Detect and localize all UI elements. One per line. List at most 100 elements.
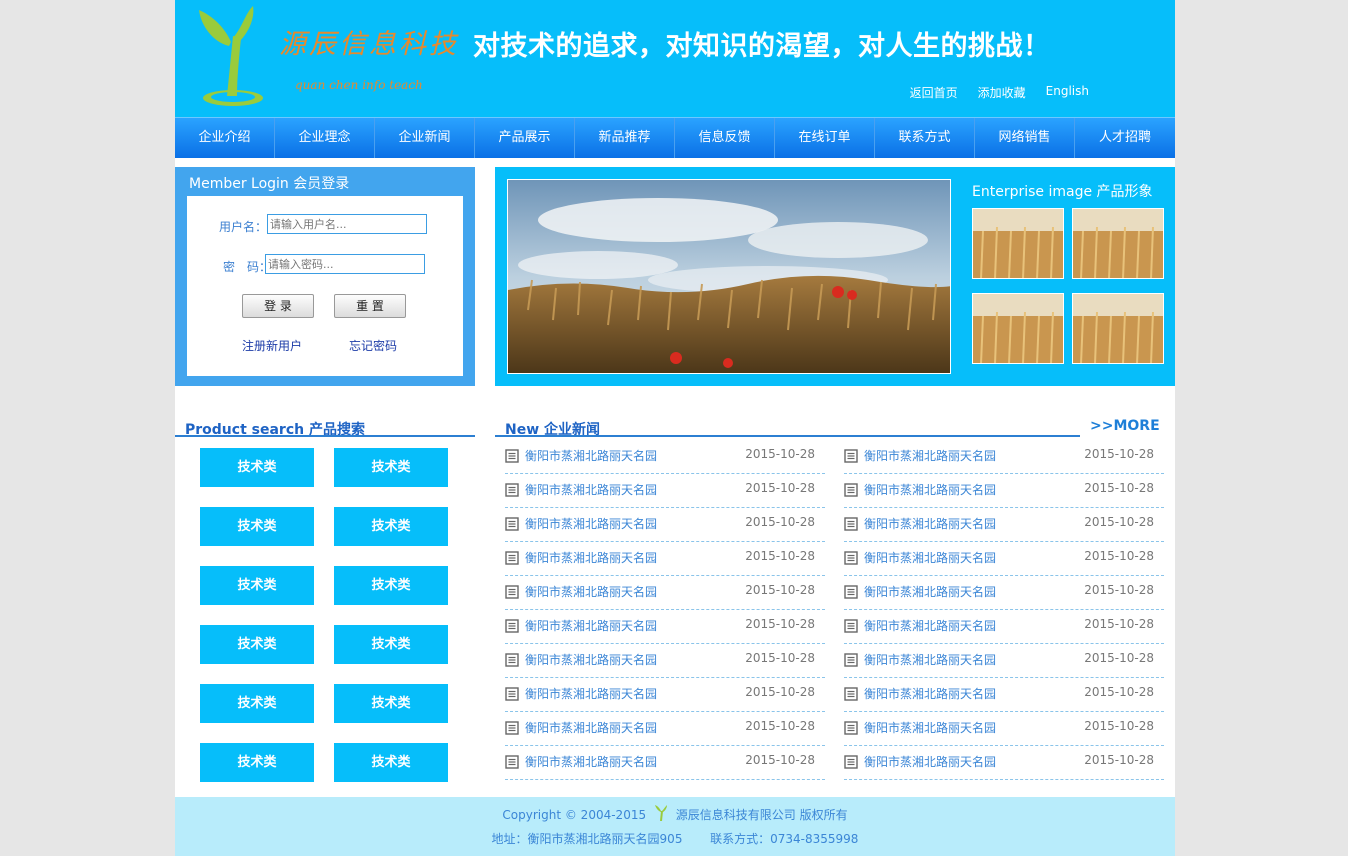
english-link[interactable]: English bbox=[1046, 84, 1089, 101]
news-item-title[interactable]: 衡阳市蒸湘北路丽天名园 bbox=[864, 515, 996, 532]
register-link[interactable]: 注册新用户 bbox=[242, 337, 302, 354]
news-item[interactable]: 衡阳市蒸湘北路丽天名园 2015-10-28 bbox=[505, 576, 825, 610]
document-icon bbox=[505, 483, 519, 497]
news-item-date: 2015-10-28 bbox=[745, 685, 815, 699]
news-item[interactable]: 衡阳市蒸湘北路丽天名园 2015-10-28 bbox=[844, 474, 1164, 508]
news-item[interactable]: 衡阳市蒸湘北路丽天名园 2015-10-28 bbox=[505, 542, 825, 576]
news-item-title[interactable]: 衡阳市蒸湘北路丽天名园 bbox=[525, 651, 657, 668]
news-item-title[interactable]: 衡阳市蒸湘北路丽天名园 bbox=[864, 481, 996, 498]
news-divider bbox=[495, 435, 1080, 437]
header: 源辰信息科技 quan chen info teach 对技术的追求，对知识的渴… bbox=[175, 0, 1175, 117]
document-icon bbox=[505, 585, 519, 599]
category-tag[interactable]: 技术类 bbox=[200, 743, 314, 782]
nav-item-company-intro[interactable]: 企业介绍 bbox=[175, 118, 275, 158]
news-item-title[interactable]: 衡阳市蒸湘北路丽天名园 bbox=[525, 685, 657, 702]
news-item-title[interactable]: 衡阳市蒸湘北路丽天名园 bbox=[864, 447, 996, 464]
nav-item-contact[interactable]: 联系方式 bbox=[875, 118, 975, 158]
news-item-title[interactable]: 衡阳市蒸湘北路丽天名园 bbox=[864, 617, 996, 634]
category-tag[interactable]: 技术类 bbox=[200, 566, 314, 605]
news-item[interactable]: 衡阳市蒸湘北路丽天名园 2015-10-28 bbox=[505, 474, 825, 508]
news-item-title[interactable]: 衡阳市蒸湘北路丽天名园 bbox=[864, 753, 996, 770]
nav-item-feedback[interactable]: 信息反馈 bbox=[675, 118, 775, 158]
news-item-date: 2015-10-28 bbox=[745, 617, 815, 631]
news-item[interactable]: 衡阳市蒸湘北路丽天名园 2015-10-28 bbox=[505, 508, 825, 542]
news-item-title[interactable]: 衡阳市蒸湘北路丽天名园 bbox=[525, 753, 657, 770]
password-input[interactable] bbox=[265, 254, 425, 274]
news-item-date: 2015-10-28 bbox=[745, 651, 815, 665]
news-item-title[interactable]: 衡阳市蒸湘北路丽天名园 bbox=[864, 719, 996, 736]
news-item-title[interactable]: 衡阳市蒸湘北路丽天名园 bbox=[525, 583, 657, 600]
news-item[interactable]: 衡阳市蒸湘北路丽天名园 2015-10-28 bbox=[505, 440, 825, 474]
news-item[interactable]: 衡阳市蒸湘北路丽天名园 2015-10-28 bbox=[844, 542, 1164, 576]
document-icon bbox=[505, 551, 519, 565]
product-thumbnail[interactable] bbox=[972, 208, 1064, 279]
news-item-title[interactable]: 衡阳市蒸湘北路丽天名园 bbox=[864, 685, 996, 702]
logo[interactable]: 源辰信息科技 quan chen info teach bbox=[193, 6, 463, 110]
reset-button[interactable]: 重 置 bbox=[334, 294, 406, 318]
category-tag[interactable]: 技术类 bbox=[334, 507, 448, 546]
news-item-title[interactable]: 衡阳市蒸湘北路丽天名园 bbox=[525, 549, 657, 566]
category-tag[interactable]: 技术类 bbox=[334, 448, 448, 487]
news-item[interactable]: 衡阳市蒸湘北路丽天名园 2015-10-28 bbox=[844, 712, 1164, 746]
username-label: 用户名： bbox=[219, 220, 268, 234]
category-tag[interactable]: 技术类 bbox=[334, 625, 448, 664]
news-item[interactable]: 衡阳市蒸湘北路丽天名园 2015-10-28 bbox=[844, 678, 1164, 712]
forgot-password-link[interactable]: 忘记密码 bbox=[349, 337, 397, 354]
wheat-thumbnail-image bbox=[973, 294, 1063, 363]
news-item-title[interactable]: 衡阳市蒸湘北路丽天名园 bbox=[864, 651, 996, 668]
news-item[interactable]: 衡阳市蒸湘北路丽天名园 2015-10-28 bbox=[505, 610, 825, 644]
news-item-date: 2015-10-28 bbox=[1084, 481, 1154, 495]
product-thumbnail[interactable] bbox=[1072, 208, 1164, 279]
news-item-title[interactable]: 衡阳市蒸湘北路丽天名园 bbox=[525, 617, 657, 634]
news-item[interactable]: 衡阳市蒸湘北路丽天名园 2015-10-28 bbox=[844, 440, 1164, 474]
category-tag[interactable]: 技术类 bbox=[200, 684, 314, 723]
category-tag[interactable]: 技术类 bbox=[334, 566, 448, 605]
nav-item-careers[interactable]: 人才招聘 bbox=[1075, 118, 1175, 158]
leaf-logo-icon bbox=[199, 6, 263, 106]
footer-address-line: 地址：衡阳市蒸湘北路丽天名园905 联系方式：0734-8355998 bbox=[175, 830, 1175, 847]
nav-item-company-news[interactable]: 企业新闻 bbox=[375, 118, 475, 158]
wheat-field-image bbox=[508, 180, 950, 373]
category-tag[interactable]: 技术类 bbox=[334, 684, 448, 723]
login-button[interactable]: 登 录 bbox=[242, 294, 314, 318]
category-tag[interactable]: 技术类 bbox=[334, 743, 448, 782]
news-item[interactable]: 衡阳市蒸湘北路丽天名园 2015-10-28 bbox=[505, 712, 825, 746]
news-item-date: 2015-10-28 bbox=[1084, 447, 1154, 461]
news-item-title[interactable]: 衡阳市蒸湘北路丽天名园 bbox=[864, 549, 996, 566]
news-item-title[interactable]: 衡阳市蒸湘北路丽天名园 bbox=[525, 481, 657, 498]
news-item[interactable]: 衡阳市蒸湘北路丽天名园 2015-10-28 bbox=[505, 644, 825, 678]
news-item[interactable]: 衡阳市蒸湘北路丽天名园 2015-10-28 bbox=[844, 576, 1164, 610]
news-item-title[interactable]: 衡阳市蒸湘北路丽天名园 bbox=[525, 719, 657, 736]
news-item-date: 2015-10-28 bbox=[745, 447, 815, 461]
news-item-title[interactable]: 衡阳市蒸湘北路丽天名园 bbox=[864, 583, 996, 600]
news-item-title[interactable]: 衡阳市蒸湘北路丽天名园 bbox=[525, 447, 657, 464]
news-item[interactable]: 衡阳市蒸湘北路丽天名园 2015-10-28 bbox=[844, 644, 1164, 678]
category-tag[interactable]: 技术类 bbox=[200, 448, 314, 487]
nav-item-online-order[interactable]: 在线订单 bbox=[775, 118, 875, 158]
nav-item-company-philosophy[interactable]: 企业理念 bbox=[275, 118, 375, 158]
nav-item-new-products[interactable]: 新品推荐 bbox=[575, 118, 675, 158]
username-input[interactable] bbox=[267, 214, 427, 234]
news-item[interactable]: 衡阳市蒸湘北路丽天名园 2015-10-28 bbox=[844, 508, 1164, 542]
news-item-title[interactable]: 衡阳市蒸湘北路丽天名园 bbox=[525, 515, 657, 532]
news-item-date: 2015-10-28 bbox=[1084, 753, 1154, 767]
news-item-date: 2015-10-28 bbox=[745, 583, 815, 597]
category-tag[interactable]: 技术类 bbox=[200, 625, 314, 664]
document-icon bbox=[844, 551, 858, 565]
news-item[interactable]: 衡阳市蒸湘北路丽天名园 2015-10-28 bbox=[505, 678, 825, 712]
news-item[interactable]: 衡阳市蒸湘北路丽天名园 2015-10-28 bbox=[505, 746, 825, 780]
news-more-link[interactable]: >>MORE bbox=[1090, 418, 1160, 434]
category-tag[interactable]: 技术类 bbox=[200, 507, 314, 546]
product-search-divider bbox=[175, 435, 475, 437]
document-icon bbox=[505, 517, 519, 531]
nav-item-online-sales[interactable]: 网络销售 bbox=[975, 118, 1075, 158]
news-item-date: 2015-10-28 bbox=[1084, 617, 1154, 631]
news-item[interactable]: 衡阳市蒸湘北路丽天名园 2015-10-28 bbox=[844, 610, 1164, 644]
home-link[interactable]: 返回首页 bbox=[910, 84, 958, 101]
news-item[interactable]: 衡阳市蒸湘北路丽天名园 2015-10-28 bbox=[844, 746, 1164, 780]
add-favorite-link[interactable]: 添加收藏 bbox=[978, 84, 1026, 101]
address-text: 地址：衡阳市蒸湘北路丽天名园905 bbox=[491, 832, 683, 846]
product-thumbnail[interactable] bbox=[972, 293, 1064, 364]
nav-item-products[interactable]: 产品展示 bbox=[475, 118, 575, 158]
product-thumbnail[interactable] bbox=[1072, 293, 1164, 364]
